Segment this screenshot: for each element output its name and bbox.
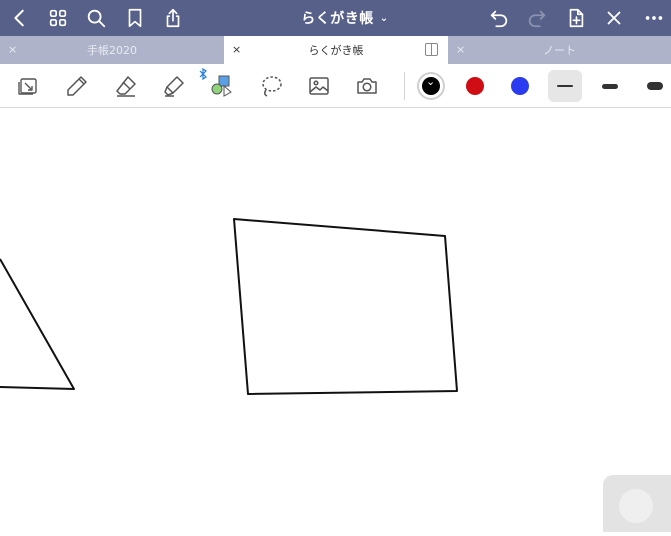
- tab-label: ノート: [543, 44, 576, 57]
- eraser-icon[interactable]: [112, 72, 140, 100]
- back-icon[interactable]: [6, 4, 34, 32]
- tab-close-button[interactable]: ×: [456, 43, 465, 56]
- tab-notebook-2020[interactable]: × 手帳2020: [0, 36, 224, 64]
- drawn-triangle-stroke: [0, 258, 75, 390]
- tab-label: 手帳2020: [87, 44, 137, 57]
- image-icon[interactable]: [305, 72, 333, 100]
- shapes-icon[interactable]: [207, 72, 235, 100]
- document-title[interactable]: らくがき帳 ⌄: [250, 0, 440, 36]
- stroke-width-thin[interactable]: [548, 70, 582, 102]
- search-icon[interactable]: [82, 4, 110, 32]
- drawing-canvas[interactable]: [0, 108, 671, 532]
- stroke-width-medium[interactable]: [593, 70, 627, 102]
- chevron-down-icon: ⌄: [379, 12, 389, 24]
- drawing-toolbar: [0, 64, 671, 108]
- tab-bar: × 手帳2020 × らくがき帳 × ノート: [0, 36, 671, 64]
- add-page-icon[interactable]: [562, 4, 590, 32]
- toolbar-divider: [404, 72, 405, 100]
- tab-close-button[interactable]: ×: [8, 43, 17, 56]
- stroke-width-thick[interactable]: [638, 70, 671, 102]
- camera-icon[interactable]: [353, 72, 381, 100]
- assistive-touch-button[interactable]: [603, 475, 671, 532]
- drawn-quadrilateral-stroke: [233, 218, 458, 395]
- color-swatch-blue[interactable]: [511, 77, 529, 95]
- bookmark-icon[interactable]: [121, 4, 149, 32]
- tab-rakugakicho[interactable]: × らくがき帳: [224, 36, 448, 64]
- undo-icon[interactable]: [485, 4, 513, 32]
- share-icon[interactable]: [159, 4, 187, 32]
- tab-note[interactable]: × ノート: [448, 36, 671, 64]
- color-swatch-black[interactable]: [422, 75, 440, 95]
- grid-icon[interactable]: [44, 4, 72, 32]
- split-view-icon[interactable]: [425, 43, 438, 56]
- close-icon[interactable]: [600, 4, 628, 32]
- color-swatch-red[interactable]: [466, 77, 484, 95]
- lasso-icon[interactable]: [257, 72, 285, 100]
- bluetooth-icon: [198, 67, 208, 81]
- more-icon[interactable]: [640, 4, 668, 32]
- assistive-touch-icon: [619, 489, 653, 523]
- pen-icon[interactable]: [63, 72, 91, 100]
- highlighter-icon[interactable]: [160, 72, 188, 100]
- top-navigation-bar: らくがき帳 ⌄: [0, 0, 671, 36]
- redo-icon[interactable]: [523, 4, 551, 32]
- document-title-text: らくがき帳: [301, 11, 374, 27]
- read-mode-icon[interactable]: [14, 72, 42, 100]
- tab-close-button[interactable]: ×: [232, 43, 241, 56]
- tab-label: らくがき帳: [308, 44, 364, 57]
